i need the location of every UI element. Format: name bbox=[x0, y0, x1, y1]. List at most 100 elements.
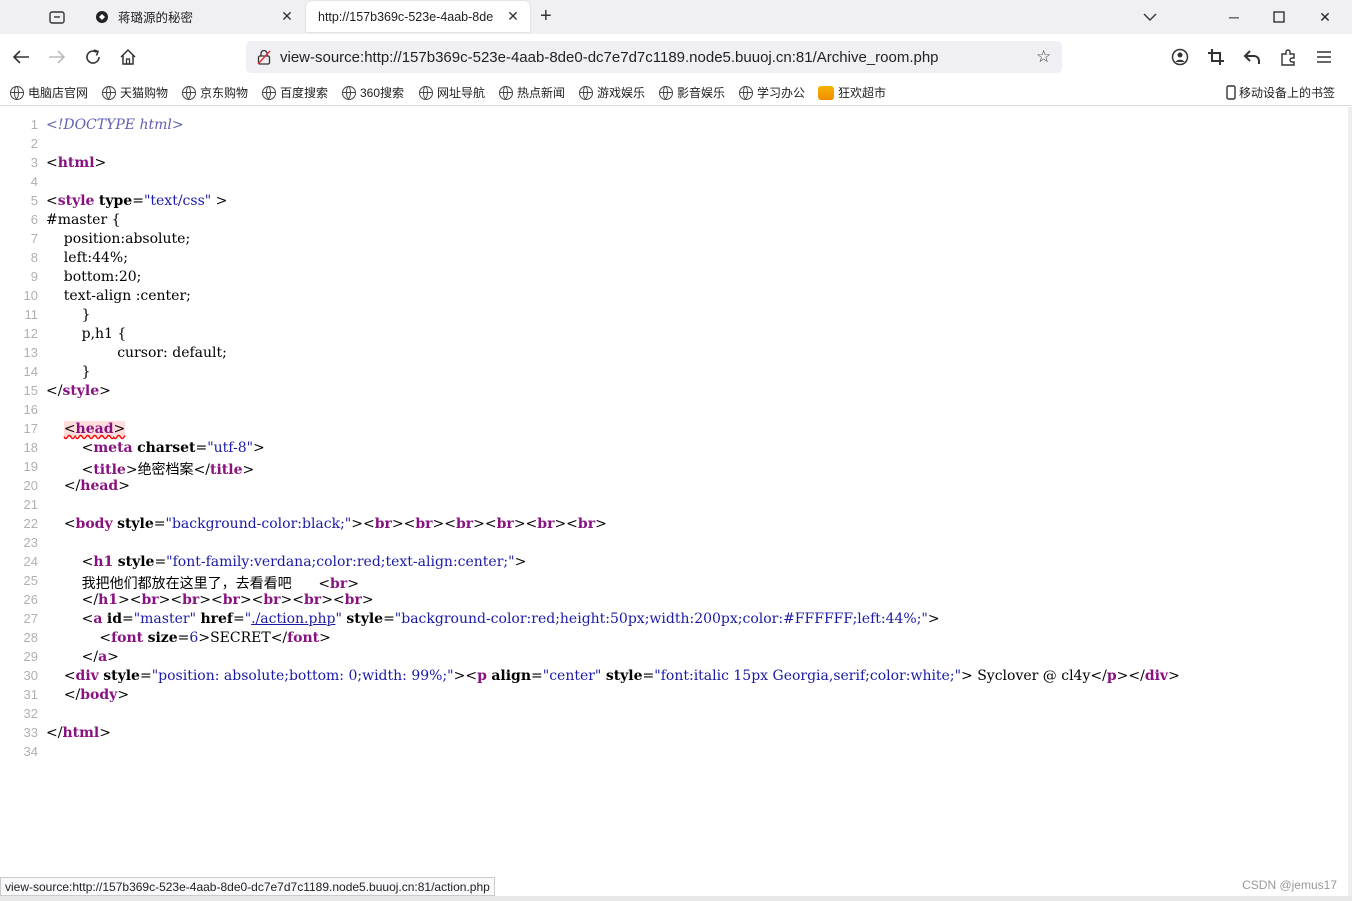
source-line: </a> bbox=[81, 649, 119, 665]
source-line: </html> bbox=[46, 725, 111, 741]
address-bar[interactable]: view-source:http://157b369c-523e-4aab-8d… bbox=[246, 41, 1062, 73]
source-line: <!DOCTYPE html> bbox=[46, 117, 184, 133]
source-line: bottom:20; bbox=[46, 269, 142, 285]
mobile-bookmarks[interactable]: 移动设备上的书签 bbox=[1226, 84, 1335, 101]
line-number: 24 bbox=[23, 554, 38, 569]
source-line: </h1><br><br><br><br><br><br> bbox=[81, 592, 374, 608]
menu-hamburger-icon[interactable] bbox=[1313, 46, 1335, 68]
line-number: 27 bbox=[23, 611, 38, 626]
source-line: left:44%; bbox=[46, 250, 128, 266]
line-number: 18 bbox=[23, 440, 38, 455]
home-icon[interactable] bbox=[117, 46, 139, 68]
source-line: <title>绝密档案</title> bbox=[81, 462, 255, 478]
bookmarks-toolbar: 电脑店官网 天猫购物 京东购物 百度搜索 360搜索 网址导航 热点新闻 游戏娱… bbox=[0, 80, 1352, 106]
reload-icon[interactable] bbox=[82, 46, 104, 68]
source-line: p,h1 { bbox=[46, 326, 127, 342]
line-number: 26 bbox=[23, 592, 38, 607]
globe-icon bbox=[499, 85, 513, 100]
source-line: 我把他们都放在这里了，去看看吧 <br> bbox=[81, 576, 359, 592]
line-number: 23 bbox=[23, 535, 38, 550]
bookmark-item[interactable]: 游戏娱乐 bbox=[579, 84, 645, 101]
status-bar-url: view-source:http://157b369c-523e-4aab-8d… bbox=[0, 877, 495, 896]
line-number: 34 bbox=[23, 744, 38, 759]
line-number: 22 bbox=[23, 516, 38, 531]
tab-title: 蒋璐源的秘密 bbox=[118, 11, 194, 25]
globe-icon bbox=[10, 85, 24, 100]
forward-arrow-icon[interactable] bbox=[46, 46, 68, 68]
insecure-lock-icon[interactable] bbox=[256, 49, 272, 65]
bookmark-item[interactable]: 电脑店官网 bbox=[10, 84, 88, 101]
line-number: 32 bbox=[23, 706, 38, 721]
source-line: <a id="master" href="./action.php" style… bbox=[81, 611, 940, 627]
line-number: 6 bbox=[30, 212, 38, 227]
bookmark-item[interactable]: 热点新闻 bbox=[499, 84, 565, 101]
tab-list-icon[interactable] bbox=[46, 6, 68, 28]
line-number: 14 bbox=[23, 364, 38, 379]
source-line: <div style="position: absolute;bottom: 0… bbox=[63, 668, 1180, 684]
globe-icon bbox=[739, 85, 753, 100]
bookmark-item[interactable]: 京东购物 bbox=[182, 84, 248, 101]
globe-icon bbox=[262, 85, 276, 100]
line-number: 31 bbox=[23, 687, 38, 702]
undo-arrow-icon[interactable] bbox=[1241, 46, 1263, 68]
globe-icon bbox=[342, 85, 356, 100]
line-number: 33 bbox=[23, 725, 38, 740]
bookmark-item[interactable]: 狂欢超市 bbox=[818, 84, 886, 101]
tab-title: http://157b369c-523e-4aab-8de bbox=[318, 9, 494, 24]
source-line: <font size=6>SECRET</font> bbox=[99, 630, 331, 646]
line-number: 16 bbox=[23, 402, 38, 417]
line-number: 4 bbox=[30, 174, 38, 189]
bookmark-item[interactable]: 学习办公 bbox=[739, 84, 805, 101]
back-arrow-icon[interactable] bbox=[10, 46, 32, 68]
source-line: <h1 style="font-family:verdana;color:red… bbox=[81, 554, 527, 570]
line-number: 29 bbox=[23, 649, 38, 664]
site-favicon-icon bbox=[94, 9, 110, 25]
close-window-button[interactable]: ✕ bbox=[1313, 6, 1337, 28]
line-number: 3 bbox=[30, 155, 38, 170]
source-line: <html> bbox=[46, 155, 107, 171]
source-line: } bbox=[46, 307, 91, 323]
line-number: 11 bbox=[24, 307, 39, 322]
bookmark-item[interactable]: 360搜索 bbox=[342, 84, 404, 101]
source-line: text-align :center; bbox=[46, 288, 191, 304]
chevron-down-icon[interactable] bbox=[1138, 6, 1162, 28]
line-number: 10 bbox=[23, 288, 38, 303]
bookmark-item[interactable]: 百度搜索 bbox=[262, 84, 328, 101]
screenshot-crop-icon[interactable] bbox=[1205, 46, 1227, 68]
line-number: 21 bbox=[23, 497, 38, 512]
tab-secret[interactable]: 蒋璐源的秘密 ✕ bbox=[82, 1, 304, 32]
close-tab-icon[interactable]: ✕ bbox=[278, 8, 296, 25]
action-php-link[interactable]: ./action.php bbox=[251, 611, 335, 627]
line-number: 19 bbox=[23, 459, 38, 474]
minimize-button[interactable]: ─ bbox=[1222, 6, 1246, 28]
tab-view-source[interactable]: http://157b369c-523e-4aab-8de ✕ bbox=[306, 1, 530, 32]
source-line: <style type="text/css" > bbox=[46, 193, 228, 209]
globe-icon bbox=[102, 85, 116, 100]
source-line: position:absolute; bbox=[46, 231, 191, 247]
line-number: 17 bbox=[23, 421, 38, 436]
bookmark-star-icon[interactable]: ☆ bbox=[1036, 47, 1062, 67]
tab-bar: 蒋璐源的秘密 ✕ http://157b369c-523e-4aab-8de ✕… bbox=[0, 0, 1352, 34]
page-source-view: 1 2 3 4 5 6 7 8 9 10 11 12 13 14 15 16 17 18 19 20 21 22 23 24 2… bbox=[0, 107, 1348, 877]
mobile-device-icon bbox=[1226, 85, 1236, 100]
bookmark-item[interactable]: 网址导航 bbox=[419, 84, 485, 101]
close-tab-icon[interactable]: ✕ bbox=[504, 8, 522, 25]
new-tab-button[interactable]: + bbox=[540, 6, 552, 26]
source-line: </body> bbox=[63, 687, 130, 703]
maximize-button[interactable] bbox=[1267, 6, 1291, 28]
line-number: 2 bbox=[30, 136, 38, 151]
line-number: 8 bbox=[30, 250, 38, 265]
globe-icon bbox=[419, 85, 433, 100]
line-number: 1 bbox=[30, 117, 38, 132]
account-icon[interactable] bbox=[1169, 46, 1191, 68]
source-line: #master { bbox=[46, 212, 121, 228]
source-line: cursor: default; bbox=[46, 345, 227, 361]
source-line: <body style="background-color:black;"><b… bbox=[63, 516, 607, 532]
source-line: </style> bbox=[46, 383, 111, 399]
line-number: 9 bbox=[30, 269, 38, 284]
shopping-icon bbox=[818, 85, 834, 100]
scrollbar[interactable] bbox=[1348, 107, 1352, 897]
bookmark-item[interactable]: 影音娱乐 bbox=[659, 84, 725, 101]
extensions-icon[interactable] bbox=[1277, 46, 1299, 68]
bookmark-item[interactable]: 天猫购物 bbox=[102, 84, 168, 101]
